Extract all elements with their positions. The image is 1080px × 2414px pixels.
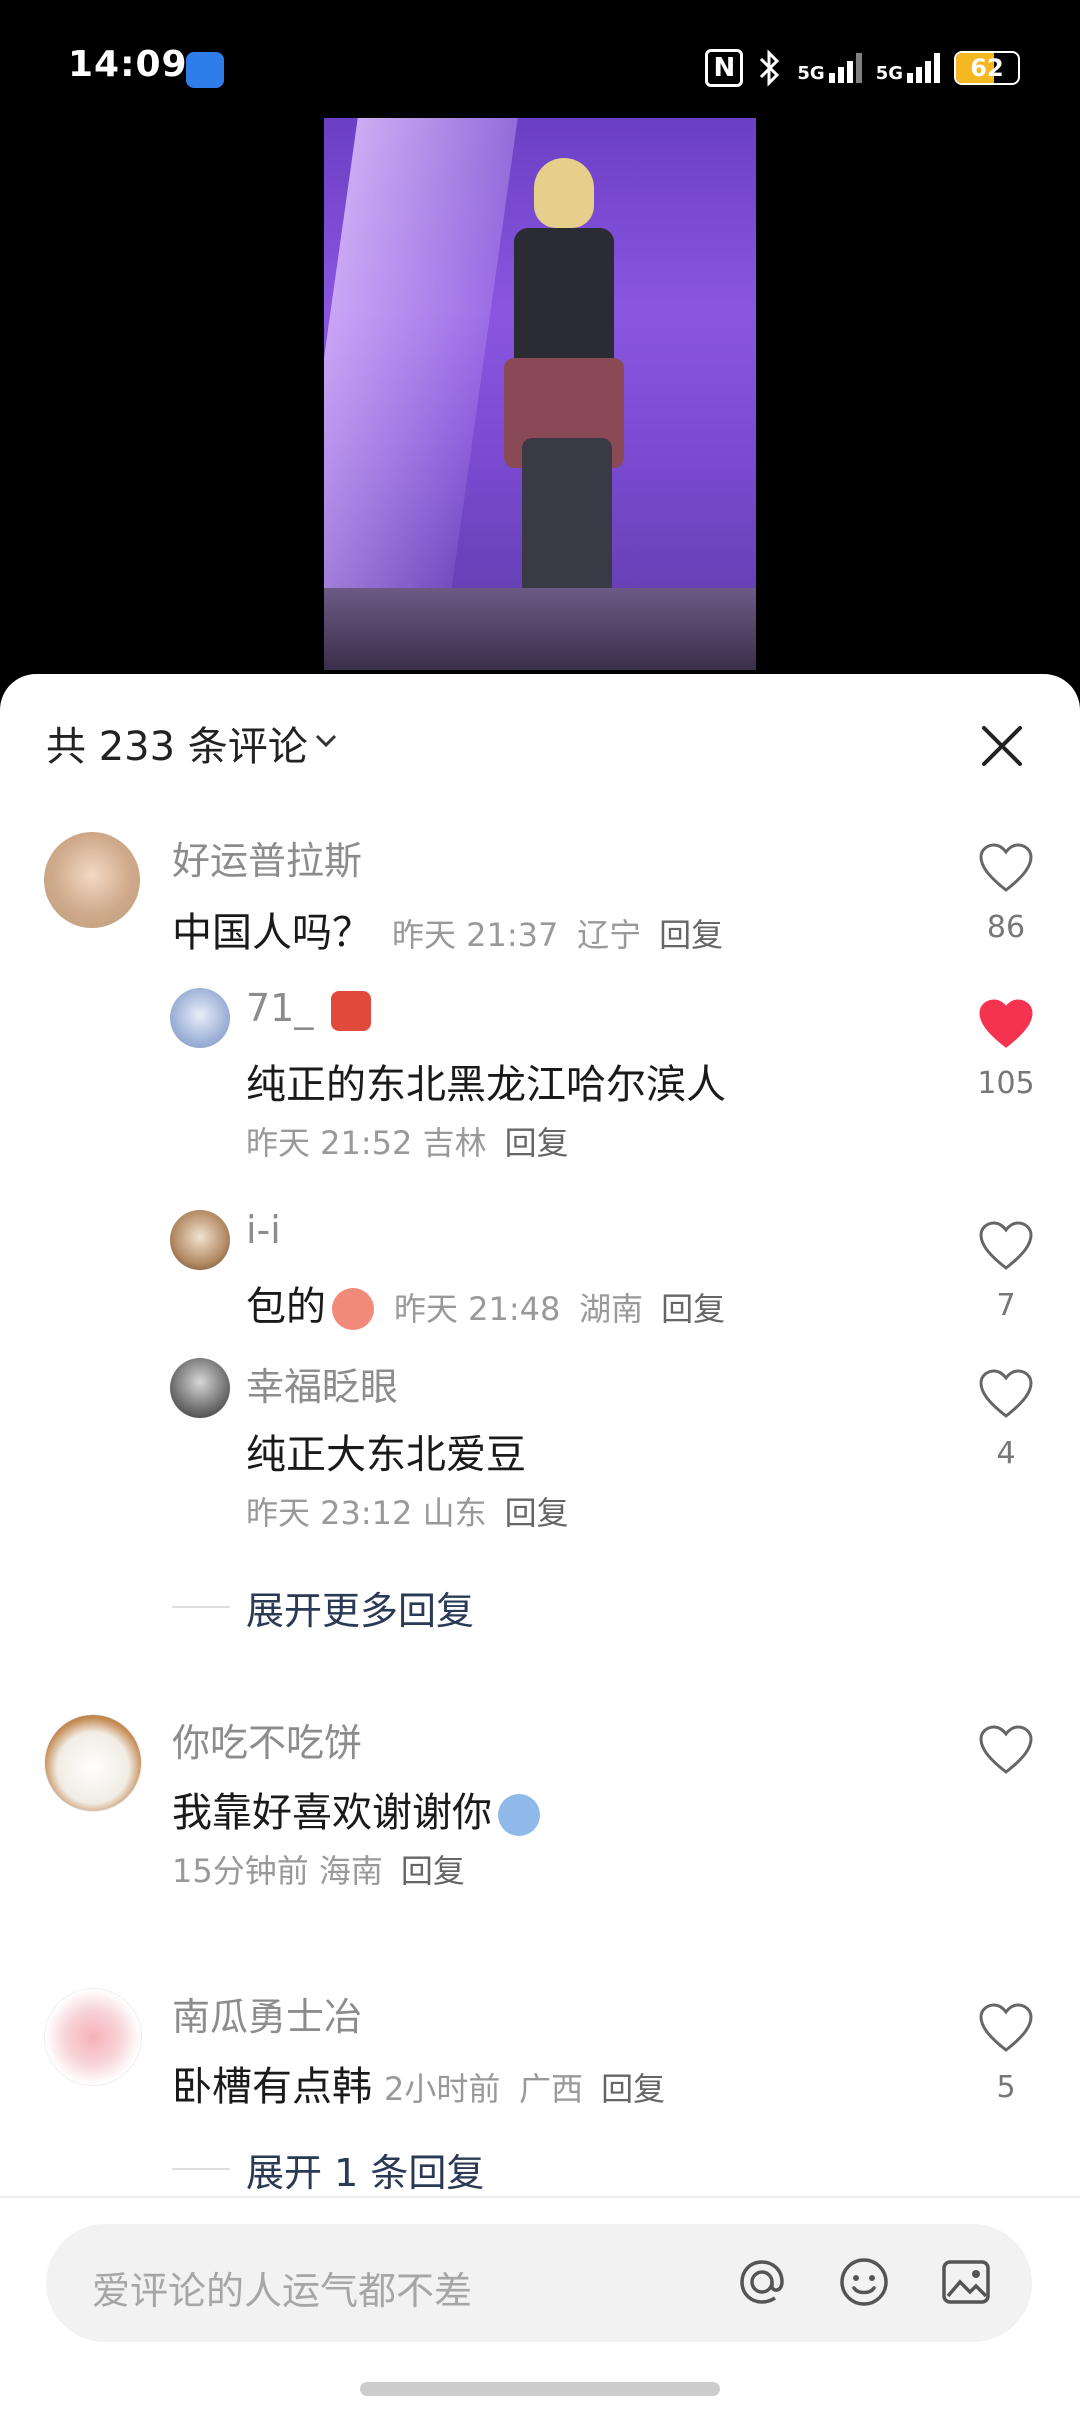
comment-text[interactable]: 我靠好喜欢谢谢你 xyxy=(172,1780,540,1838)
like-count: 86 xyxy=(986,910,1026,945)
status-icons: N 5G 5G 62 xyxy=(705,46,1020,90)
status-bar: 14:09 N 5G 5G 62 xyxy=(0,0,1080,130)
comments-sheet: 共 233 条评论 好运普拉斯 中国人吗？ 昨天 21:37 辽宁 回复 86 71… xyxy=(0,674,1080,2412)
comment-body: 中国人吗？ xyxy=(172,910,372,956)
home-indicator[interactable] xyxy=(360,2382,720,2396)
reply-meta: 昨天 23:12 山东 回复 xyxy=(246,1488,569,1534)
like-count: 4 xyxy=(996,1436,1016,1471)
avatar[interactable] xyxy=(44,832,140,928)
comment-username[interactable]: 你吃不吃饼 xyxy=(172,1712,362,1767)
app-notification-icon xyxy=(186,52,224,88)
comment-body: 卧槽有点韩 xyxy=(172,2064,372,2110)
comment-meta: 15分钟前 海南 回复 xyxy=(172,1846,465,1892)
comment-input[interactable]: 爱评论的人运气都不差 xyxy=(46,2224,1032,2342)
comment-body: 我靠好喜欢谢谢你 xyxy=(172,1790,492,1836)
reply-username[interactable]: 幸福眨眼 xyxy=(246,1356,398,1411)
reply-text[interactable]: 包的 昨天 21:48 湖南 回复 xyxy=(246,1274,725,1332)
avatar[interactable] xyxy=(170,1210,230,1270)
reply-time: 昨天 23:12 xyxy=(246,1494,413,1532)
close-icon[interactable] xyxy=(976,720,1028,772)
comment-text[interactable]: 中国人吗？ 昨天 21:37 辽宁 回复 xyxy=(172,900,723,958)
battery-icon: 62 xyxy=(954,51,1020,85)
like-count: 105 xyxy=(977,1066,1035,1101)
like-heart-icon-filled[interactable] xyxy=(978,998,1034,1050)
performer-figure xyxy=(494,158,644,628)
at-icon[interactable] xyxy=(732,2252,792,2312)
expand-more-replies[interactable]: 展开更多回复 xyxy=(246,1580,474,1635)
like-count: 7 xyxy=(996,1288,1016,1323)
comment-location: 广西 xyxy=(519,2070,584,2108)
reply-location: 山东 xyxy=(422,1494,487,1532)
status-time: 14:09 xyxy=(68,44,188,85)
reply-time: 昨天 21:52 xyxy=(246,1124,413,1162)
comment-text[interactable]: 卧槽有点韩 2小时前 广西 回复 xyxy=(172,2054,665,2112)
reply-button[interactable]: 回复 xyxy=(601,2070,665,2108)
stage-floor xyxy=(324,588,756,670)
like-heart-icon[interactable] xyxy=(978,1220,1034,1272)
like-heart-icon[interactable] xyxy=(978,1724,1034,1776)
reply-location: 湖南 xyxy=(579,1290,644,1328)
reply-text[interactable]: 纯正的东北黑龙江哈尔滨人 xyxy=(246,1052,726,1110)
reply-button[interactable]: 回复 xyxy=(661,1290,725,1328)
network-label-1: 5G xyxy=(797,63,825,84)
like-heart-icon[interactable] xyxy=(978,842,1034,894)
comment-location: 海南 xyxy=(318,1852,383,1890)
nfc-icon: N xyxy=(705,49,744,87)
stage-light xyxy=(324,118,518,598)
avatar[interactable] xyxy=(170,988,230,1048)
expand-divider xyxy=(172,2168,230,2170)
expand-divider xyxy=(172,1606,230,1608)
comment-time: 15分钟前 xyxy=(172,1852,309,1890)
expand-replies[interactable]: 展开 1 条回复 xyxy=(246,2142,484,2197)
reply-button[interactable]: 回复 xyxy=(505,1494,569,1532)
signal-icon-2 xyxy=(907,53,940,83)
comment-time: 昨天 21:37 xyxy=(392,916,559,954)
guitar-emoji xyxy=(331,990,372,1031)
comments-count-title[interactable]: 共 233 条评论 xyxy=(46,714,308,772)
image-icon[interactable] xyxy=(936,2252,996,2312)
network-label-2: 5G xyxy=(875,63,903,84)
reply-button[interactable]: 回复 xyxy=(659,916,723,954)
comment-username[interactable]: 好运普拉斯 xyxy=(172,830,362,885)
comment-location: 辽宁 xyxy=(577,916,642,954)
like-count: 5 xyxy=(996,2070,1016,2105)
like-heart-icon[interactable] xyxy=(978,1368,1034,1420)
reply-text[interactable]: 纯正大东北爱豆 xyxy=(246,1422,526,1480)
reply-meta: 昨天 21:52 吉林 回复 xyxy=(246,1118,569,1164)
like-heart-icon[interactable] xyxy=(978,2002,1034,2054)
reply-button[interactable]: 回复 xyxy=(505,1124,569,1162)
signal-icon-1 xyxy=(828,53,862,83)
reply-body: 包的 xyxy=(246,1284,326,1330)
comment-time: 2小时前 xyxy=(384,2070,501,2108)
battery-percent: 62 xyxy=(970,54,1004,82)
reply-time: 昨天 21:48 xyxy=(394,1290,561,1328)
reply-username[interactable]: i-i xyxy=(246,1208,281,1252)
comments-header: 共 233 条评论 xyxy=(0,674,1080,806)
avatar[interactable] xyxy=(44,1714,142,1812)
chevron-down-icon[interactable] xyxy=(312,726,340,754)
reply-username[interactable]: 71_ xyxy=(246,986,372,1031)
reply-button[interactable]: 回复 xyxy=(401,1852,465,1890)
comment-username[interactable]: 南瓜勇士冶 xyxy=(172,1986,362,2041)
video-player[interactable] xyxy=(324,118,756,670)
sticker-emoji xyxy=(498,1794,540,1836)
avatar[interactable] xyxy=(170,1358,230,1418)
sticker-emoji xyxy=(332,1288,374,1330)
emoji-icon[interactable] xyxy=(834,2252,894,2312)
bluetooth-icon xyxy=(760,49,780,87)
comment-input-placeholder: 爱评论的人运气都不差 xyxy=(92,2269,473,2313)
reply-location: 吉林 xyxy=(422,1124,487,1162)
avatar[interactable] xyxy=(44,1988,142,2086)
